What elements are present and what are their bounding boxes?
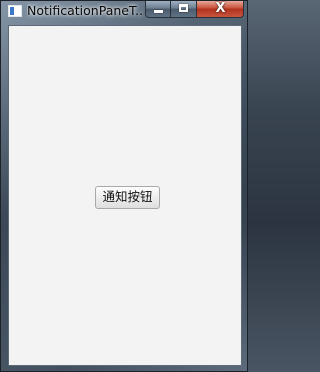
close-icon: X	[215, 1, 226, 16]
notification-button[interactable]: 通知按钮	[95, 186, 160, 209]
close-button[interactable]: X	[197, 1, 244, 18]
window-content-area: 通知按钮	[8, 25, 242, 366]
application-window: NotificationPaneT... X 通知按钮	[0, 0, 248, 372]
minimize-button[interactable]	[145, 1, 171, 18]
caption-buttons: X	[145, 1, 244, 18]
maximize-button[interactable]	[171, 1, 197, 18]
window-title: NotificationPaneT...	[27, 3, 143, 18]
title-bar[interactable]: NotificationPaneT... X	[1, 1, 249, 23]
app-window-icon[interactable]	[8, 5, 22, 17]
